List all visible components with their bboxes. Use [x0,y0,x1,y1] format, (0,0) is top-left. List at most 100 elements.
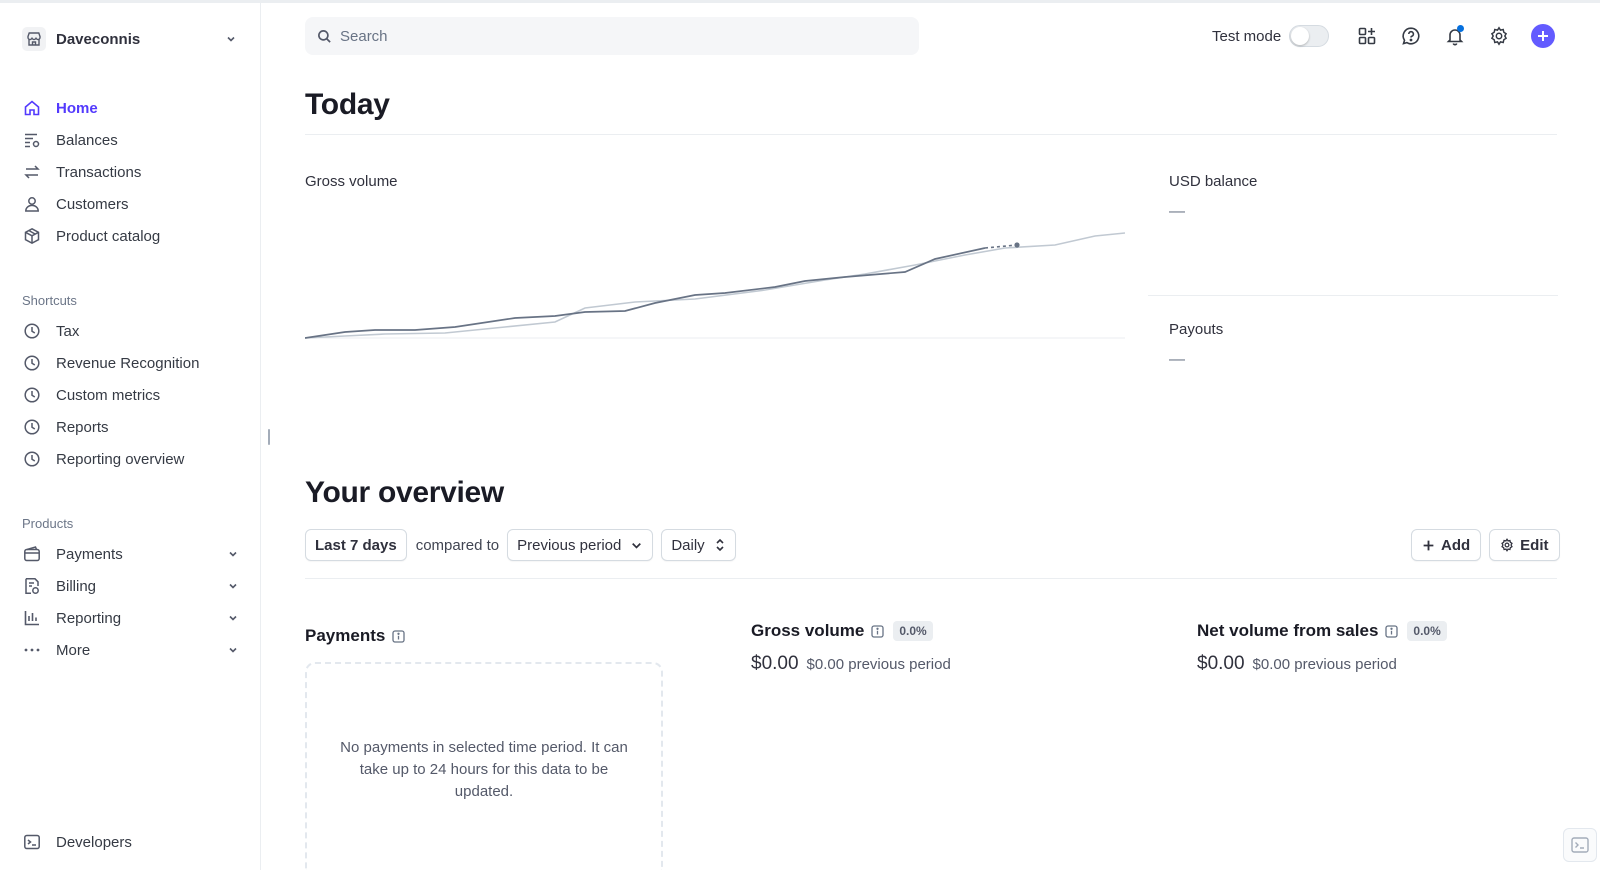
more-icon [22,640,42,660]
gross-volume-values: $0.00 $0.00 previous period [751,653,951,675]
account-name: Daveconnis [56,30,141,48]
toggle-knob [1291,27,1310,45]
store-icon [22,27,46,51]
sidebar-item-developers[interactable]: Developers [22,826,240,858]
sidebar-item-balances[interactable]: Balances [22,124,240,156]
sidebar-item-transactions[interactable]: Transactions [22,156,240,188]
sidebar-item-label: Transactions [56,163,142,181]
sidebar-item-reporting[interactable]: Reporting [22,602,240,634]
payouts-label: Payouts [1169,321,1224,338]
sidebar-item-label: Home [56,99,98,117]
comparison-select[interactable]: Previous period [507,529,654,561]
sidebar-item-billing[interactable]: Billing [22,570,240,602]
create-icon[interactable] [1531,24,1556,48]
account-switcher[interactable]: Daveconnis [22,25,238,53]
sidebar-item-label: Revenue Recognition [56,354,200,372]
sidebar-item-tax[interactable]: Tax [22,315,240,347]
products-heading: Products [22,515,74,531]
gross-volume-chart[interactable] [305,205,1125,355]
product-catalog-icon [22,226,42,246]
clock-icon [22,385,42,405]
info-icon[interactable] [1385,624,1399,638]
sidebar-item-customers[interactable]: Customers [22,188,240,220]
clock-icon [22,353,42,373]
terminal-icon [22,832,42,852]
payouts-value: — [1169,351,1185,368]
customers-icon [22,194,42,214]
divider [305,134,1557,135]
help-icon[interactable] [1399,24,1423,48]
comparison-label: Previous period [517,536,622,554]
sidebar-item-label: Balances [56,131,118,149]
gross-volume-previous: $0.00 previous period [806,656,951,673]
test-mode-toggle[interactable] [1289,25,1330,47]
chevron-down-icon[interactable] [226,611,240,625]
usd-balance-value: — [1169,203,1185,220]
current-point [1014,242,1020,248]
chevron-down-icon[interactable] [226,579,240,593]
overview-actions: Add Edit [1411,529,1560,561]
info-icon[interactable] [392,629,405,643]
net-volume-title: Net volume from sales [1197,621,1379,640]
billing-icon [22,576,42,596]
reporting-icon [22,608,42,628]
sidebar-item-label: More [56,641,91,659]
interval-label: Daily [671,536,705,554]
net-volume-metric-title[interactable]: Net volume from sales 0.0% [1197,621,1447,641]
sidebar-item-home[interactable]: Home [22,92,240,124]
main-nav: Home Balances Transactions Customers Pro… [22,92,240,252]
overview-filters: Last 7 days compared to Previous period … [305,529,736,561]
sidebar-item-label: Customers [56,195,129,213]
sidebar-item-label: Product catalog [56,227,161,245]
search-bar[interactable] [305,17,919,55]
home-icon [22,98,42,118]
sidebar-item-reports[interactable]: Reports [22,411,240,443]
usd-balance-label: USD balance [1169,173,1258,190]
sidebar-item-label: Custom metrics [56,386,161,404]
interval-select[interactable]: Daily [661,529,736,561]
chevron-down-icon [630,539,643,552]
sidebar: Daveconnis Home Balances Transactions Cu… [0,3,261,870]
sidebar-item-label: Developers [56,833,132,851]
change-badge: 0.0% [1407,621,1447,641]
search-input[interactable] [340,27,900,45]
change-badge: 0.0% [893,621,933,641]
sidebar-resize-handle[interactable] [268,429,270,445]
balances-icon [22,130,42,150]
sidebar-item-revenue-recognition[interactable]: Revenue Recognition [22,347,240,379]
settings-icon[interactable] [1487,24,1511,48]
clock-icon [22,449,42,469]
clock-icon [22,417,42,437]
sidebar-item-payments[interactable]: Payments [22,538,240,570]
info-icon[interactable] [871,624,885,638]
sidebar-item-label: Reports [56,418,109,436]
empty-state-text: No payments in selected time period. It … [340,739,628,800]
search-icon [317,29,332,44]
net-volume-values: $0.00 $0.00 previous period [1197,653,1397,675]
sidebar-item-product-catalog[interactable]: Product catalog [22,220,240,252]
notifications-icon[interactable] [1443,24,1467,48]
transactions-icon [22,162,42,182]
gross-volume-metric-title[interactable]: Gross volume 0.0% [751,621,933,641]
clock-icon [22,321,42,341]
add-button[interactable]: Add [1411,529,1482,561]
test-mode-label: Test mode [1212,27,1282,45]
apps-icon[interactable] [1355,24,1379,48]
developers-nav: Developers [22,826,240,858]
sidebar-item-more[interactable]: More [22,634,240,666]
payments-icon [22,544,42,564]
developer-shell-button[interactable] [1563,828,1597,862]
chevron-down-icon[interactable] [226,643,240,657]
sidebar-item-reporting-overview[interactable]: Reporting overview [22,443,240,475]
sidebar-item-label: Payments [56,545,123,563]
products-nav: Products Payments Billing Reporting More [22,512,240,666]
chevron-down-icon [224,32,238,46]
edit-button[interactable]: Edit [1489,529,1560,561]
payments-metric-title[interactable]: Payments [305,626,405,646]
gross-volume-title: Gross volume [751,621,865,640]
sidebar-item-label: Tax [56,322,80,340]
date-range-button[interactable]: Last 7 days [305,529,407,561]
divider [305,578,1557,579]
chevron-down-icon[interactable] [226,547,240,561]
sidebar-item-custom-metrics[interactable]: Custom metrics [22,379,240,411]
